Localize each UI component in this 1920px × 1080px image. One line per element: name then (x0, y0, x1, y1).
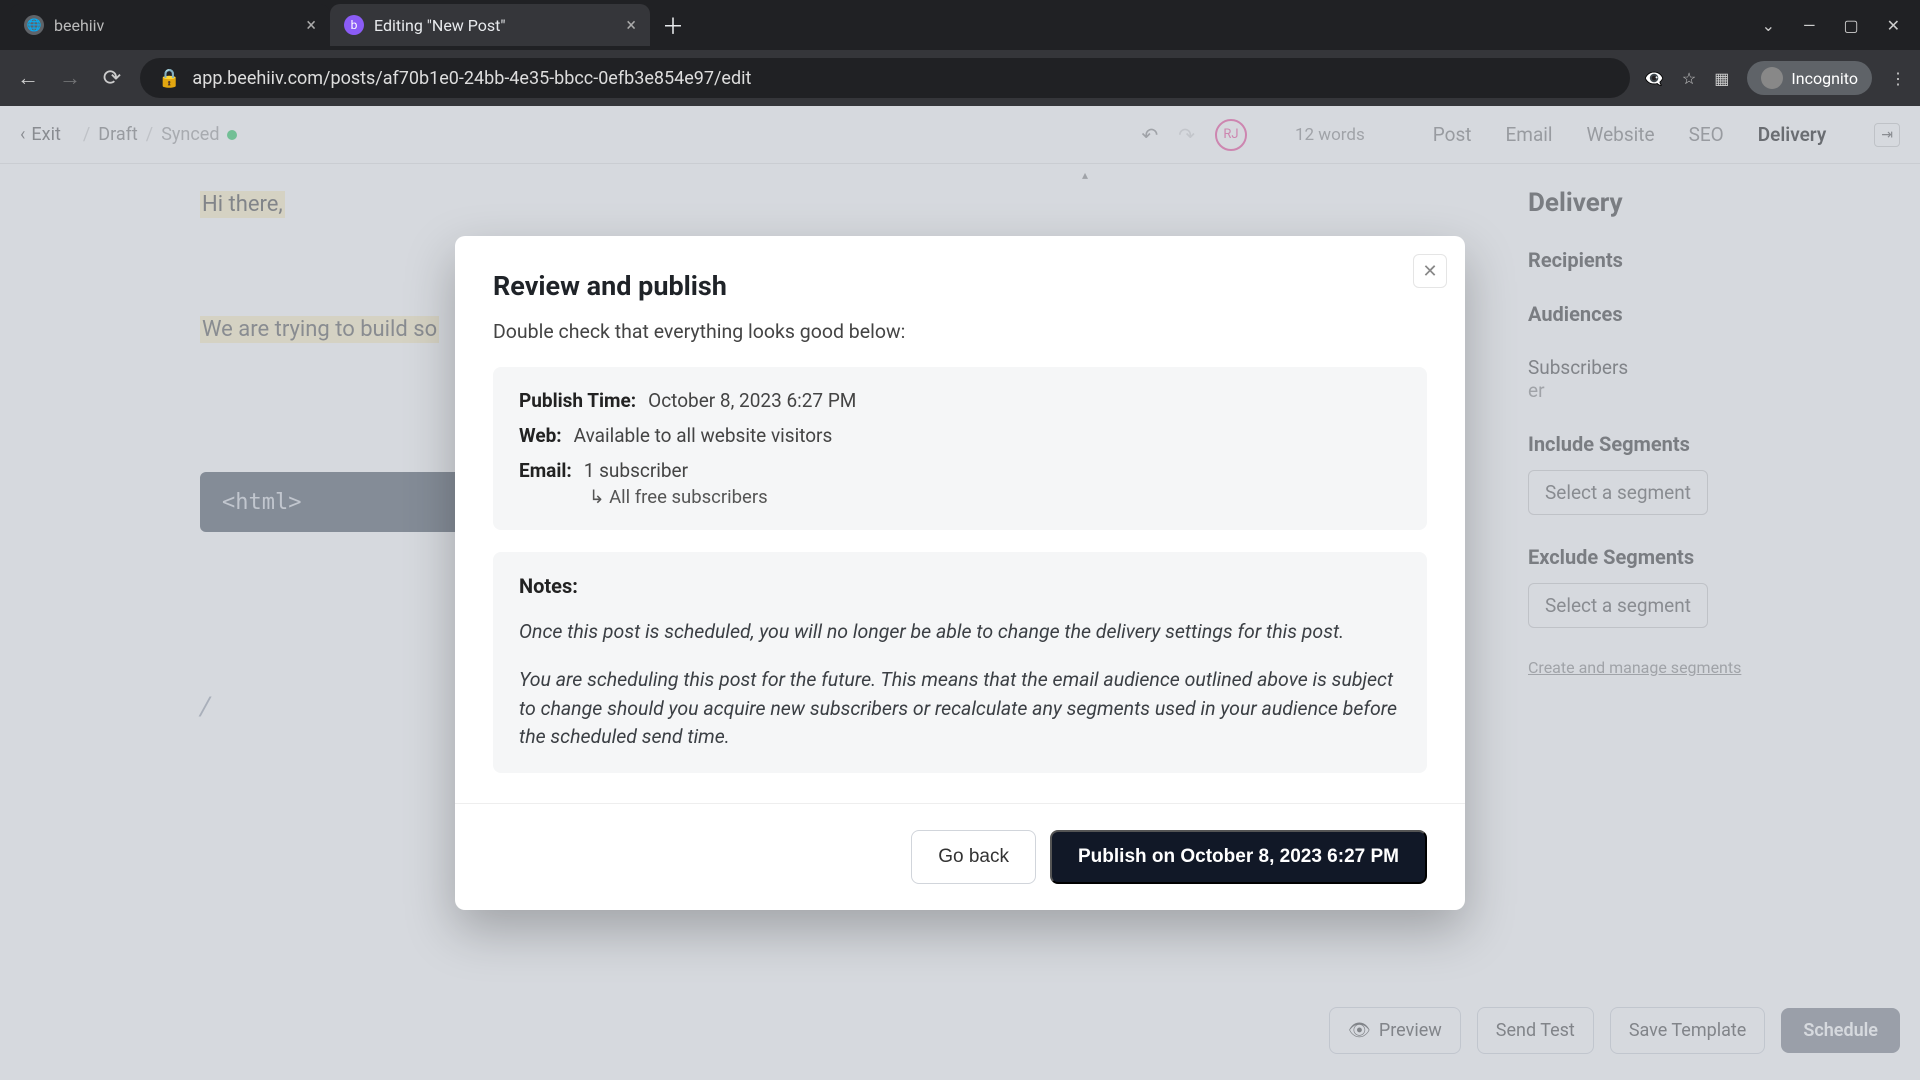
star-icon[interactable]: ☆ (1682, 69, 1696, 88)
close-icon: ✕ (1422, 261, 1437, 282)
app-root: ‹ Exit / Draft / Synced ↶ ↷ RJ 12 words … (0, 106, 1920, 1080)
browser-tabstrip: 🌐 beehiiv × b Editing "New Post" × ＋ ⌄ ―… (0, 0, 1920, 50)
window-close-icon[interactable]: ✕ (1887, 16, 1900, 35)
go-back-button[interactable]: Go back (911, 830, 1036, 884)
email-detail-text: All free subscribers (609, 486, 768, 508)
browser-tab-beehiiv[interactable]: 🌐 beehiiv × (10, 4, 330, 46)
incognito-label: Incognito (1791, 69, 1858, 88)
note-text: You are scheduling this post for the fut… (519, 666, 1401, 751)
publish-summary: Publish Time: October 8, 2023 6:27 PM We… (493, 367, 1427, 530)
email-value: 1 subscriber (584, 459, 688, 482)
publish-time-label: Publish Time: (519, 389, 636, 412)
note-text: Once this post is scheduled, you will no… (519, 618, 1401, 646)
window-controls: ⌄ ― ▢ ✕ (1762, 16, 1920, 35)
lock-icon: 🔒 (158, 68, 180, 89)
globe-icon: 🌐 (24, 15, 44, 35)
new-tab-button[interactable]: ＋ (650, 9, 696, 41)
arrow-indent-icon: ↳ (589, 486, 609, 508)
publish-button[interactable]: Publish on October 8, 2023 6:27 PM (1050, 830, 1427, 884)
publish-modal: ✕ Review and publish Double check that e… (455, 236, 1465, 910)
notes-card: Notes: Once this post is scheduled, you … (493, 552, 1427, 773)
modal-subtitle: Double check that everything looks good … (493, 320, 1427, 343)
close-icon[interactable]: × (306, 15, 316, 36)
publish-time-value: October 8, 2023 6:27 PM (648, 389, 856, 412)
reload-icon[interactable]: ⟳ (98, 66, 126, 91)
notes-title: Notes: (519, 574, 1401, 598)
close-icon[interactable]: × (626, 15, 636, 36)
web-label: Web: (519, 424, 562, 447)
maximize-icon[interactable]: ▢ (1843, 16, 1858, 35)
kebab-menu-icon[interactable]: ⋮ (1890, 69, 1906, 88)
app-favicon-icon: b (344, 15, 364, 35)
modal-title: Review and publish (493, 270, 1427, 302)
minimize-icon[interactable]: ― (1803, 16, 1816, 35)
email-label: Email: (519, 459, 572, 482)
back-icon[interactable]: ← (14, 65, 42, 91)
url-bar[interactable]: 🔒 app.beehiiv.com/posts/af70b1e0-24bb-4e… (140, 58, 1630, 98)
incognito-badge[interactable]: Incognito (1747, 61, 1872, 95)
extensions-icon[interactable]: ▦ (1714, 69, 1729, 88)
browser-tab-editing[interactable]: b Editing "New Post" × (330, 4, 650, 46)
browser-toolbar: ← → ⟳ 🔒 app.beehiiv.com/posts/af70b1e0-2… (0, 50, 1920, 106)
tracking-off-icon[interactable]: 👁‍🗨 (1644, 69, 1664, 88)
forward-icon[interactable]: → (56, 65, 84, 91)
modal-footer: Go back Publish on October 8, 2023 6:27 … (455, 803, 1465, 910)
incognito-icon (1761, 67, 1783, 89)
tab-title: Editing "New Post" (374, 16, 506, 35)
web-value: Available to all website visitors (574, 424, 833, 447)
modal-overlay: ✕ Review and publish Double check that e… (0, 106, 1920, 1080)
email-audience-detail: ↳ All free subscribers (589, 486, 1401, 508)
modal-close-button[interactable]: ✕ (1413, 254, 1447, 288)
url-text: app.beehiiv.com/posts/af70b1e0-24bb-4e35… (192, 68, 751, 89)
tab-title: beehiiv (54, 16, 104, 35)
chevron-down-icon[interactable]: ⌄ (1762, 16, 1775, 35)
